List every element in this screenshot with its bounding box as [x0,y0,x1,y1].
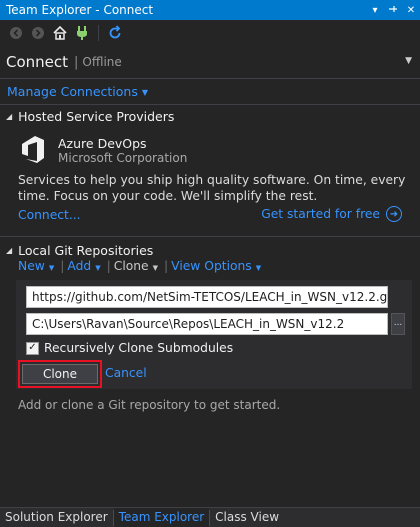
local-path-input[interactable]: C:\Users\Ravan\Source\Repos\LEACH_in_WSN… [26,313,388,335]
cancel-link[interactable]: Cancel [105,366,147,380]
hosted-providers-label: Hosted Service Providers [18,109,175,124]
new-dropdown[interactable]: New ▼ [18,259,57,273]
chevron-down-icon: ▼ [48,264,55,272]
manage-connections-link[interactable]: Manage Connections ▼ [7,84,148,99]
tab-class-view[interactable]: Class View [210,508,284,527]
window-title: Team Explorer - Connect [6,3,154,17]
chevron-down-icon: ▼ [255,264,262,272]
tab-solution-explorer[interactable]: Solution Explorer [0,508,113,527]
section-divider [0,236,420,237]
header-dropdown-icon[interactable]: ▼ [405,56,412,66]
toolbar-separator [98,25,99,41]
back-icon[interactable] [8,25,24,41]
collapse-triangle-icon: ◢ [6,112,13,121]
get-started-label: Get started for free [261,207,380,221]
connection-status: Offline [82,55,122,69]
provider-description: Services to help you ship high quality s… [18,173,406,203]
provider-name: Azure DevOps [58,136,147,151]
section-divider [0,104,420,105]
clone-button[interactable]: Clone [22,364,98,384]
local-git-label: Local Git Repositories [18,243,154,258]
action-separator: | [60,259,65,273]
recursive-clone-label: Recursively Clone Submodules [44,341,234,355]
page-title: Connect [6,53,69,71]
local-git-hint: Add or clone a Git repository to get sta… [18,398,281,412]
recursive-clone-checkbox[interactable]: ✓ [26,341,39,355]
chevron-down-icon: ▼ [141,88,149,97]
chevron-down-icon: ▼ [152,264,159,272]
title-bar: Team Explorer - Connect ▾ ✕ [0,0,420,20]
close-icon[interactable]: ✕ [402,5,420,16]
view-options-dropdown[interactable]: View Options ▼ [171,259,264,273]
plug-icon[interactable] [74,25,90,41]
bottom-tab-strip: Solution Explorer Team Explorer Class Vi… [0,507,420,527]
get-started-link[interactable]: Get started for free ➜ [261,206,402,222]
new-label: New [18,259,45,273]
page-header: Connect | Offline ▼ [0,46,420,78]
action-separator: | [164,259,169,273]
add-dropdown[interactable]: Add ▼ [67,259,103,273]
chevron-down-icon: ▼ [95,264,101,272]
provider-organization: Microsoft Corporation [58,151,188,165]
collapse-triangle-icon: ◢ [6,246,13,255]
local-git-header[interactable]: ◢ Local Git Repositories [6,243,153,258]
arrow-right-circle-icon: ➜ [386,206,402,222]
hosted-providers-header[interactable]: ◢ Hosted Service Providers [6,109,174,124]
clone-dropdown[interactable]: Clone ▼ [114,259,161,273]
home-icon[interactable] [52,25,68,41]
header-divider [0,78,420,79]
recursive-clone-option[interactable]: ✓ Recursively Clone Submodules [26,341,233,355]
git-actions-bar: New ▼ | Add ▼ | Clone ▼ | View Options ▼ [18,259,264,273]
refresh-icon[interactable] [107,25,123,41]
add-label: Add [67,259,92,273]
clone-button-highlight: Clone [18,360,102,388]
action-separator: | [106,259,111,273]
pin-icon[interactable] [384,4,402,17]
azure-devops-logo-icon [18,134,48,164]
view-options-label: View Options [171,259,252,273]
clone-panel: https://github.com/NetSim-TETCOS/LEACH_i… [16,280,412,389]
connect-link[interactable]: Connect... [18,208,81,222]
toolbar [0,20,420,46]
clone-action-label: Clone [113,259,149,273]
window-menu-dropdown-icon[interactable]: ▾ [366,5,384,16]
repository-url-input[interactable]: https://github.com/NetSim-TETCOS/LEACH_i… [26,286,388,308]
tab-team-explorer[interactable]: Team Explorer [113,508,210,527]
header-separator: | [74,54,79,70]
forward-icon[interactable] [30,25,46,41]
azure-devops-provider: Azure DevOps Microsoft Corporation [18,134,408,168]
manage-connections-label: Manage Connections [7,84,138,99]
browse-button[interactable]: ... [391,313,405,335]
